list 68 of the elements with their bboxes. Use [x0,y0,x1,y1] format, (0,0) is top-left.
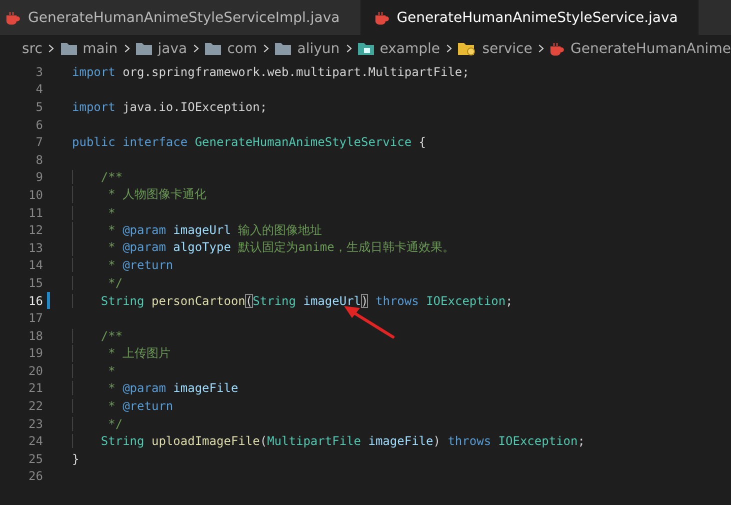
code-line: */ [72,276,123,290]
chevron-right-icon [263,43,270,54]
code-line: */ [72,416,123,431]
folder-icon [275,42,292,55]
breadcrumb-item[interactable]: java [136,40,188,56]
code-line: * [72,364,116,378]
code-line: import org.springframework.web.multipart.MultipartFile; [72,64,470,79]
coffee-cup-icon [6,10,20,24]
folder-icon [60,42,77,55]
code-line: public interface GenerateHumanAnimeStyleService { [72,135,426,150]
line-number: 4 [34,82,43,96]
code-line: * [72,206,116,220]
line-number: 17 [28,311,43,326]
code-line: import java.io.IOException; [72,100,268,114]
code-line: * @param imageFile [72,381,238,396]
breadcrumb-item[interactable]: service [458,40,532,56]
editor-tab[interactable]: GenerateHumanAnimeStyleService.java [360,0,699,35]
breadcrumb-item[interactable]: GenerateHumanAnime [550,40,731,56]
code-line: String personCartoon(String imageUrl) throws IOException; [72,294,513,308]
code-line: * @param imageUrl 输入的图像地址 [72,222,322,239]
chevron-right-icon [538,43,544,54]
line-number: 24 [28,434,43,448]
chevron-right-icon [446,43,452,54]
line-number: 14 [28,258,43,272]
line-number: 7 [34,135,43,150]
folder-icon [136,42,152,55]
line-number: 20 [28,364,43,378]
chevron-right-icon [48,43,55,54]
breadcrumb-item[interactable]: main [60,40,118,56]
code-line: * @return [72,258,174,272]
breadcrumb-item[interactable]: example [358,40,440,56]
line-number: 15 [28,276,43,290]
folder-icon [205,42,222,55]
line-number: 9 [34,170,43,184]
code-line: /** [72,328,123,343]
line-number: 22 [28,399,43,414]
code-line: * 上传图片 [72,344,171,362]
code-line: * 人物图像卡通化 [72,186,207,204]
line-number: 13 [28,240,43,255]
line-number: 6 [34,118,43,132]
code-line: * @return [72,399,174,414]
package-folder-icon [358,42,374,55]
code-line: String uploadImageFile(MultipartFile imageFile) throws IOException; [72,434,585,448]
code-line: } [72,452,80,466]
code-line: * @param algoType 默认固定为anime，生成日韩卡通效果。 [72,239,454,256]
line-number: 26 [28,469,43,484]
chevron-right-icon [124,43,130,54]
line-number: 11 [28,206,43,220]
line-number: 12 [28,223,43,238]
chevron-right-icon [193,43,200,54]
line-number: 25 [28,452,43,466]
breadcrumb-item[interactable]: src [22,40,42,56]
gear-folder-icon [458,42,476,56]
line-number: 16 [28,294,43,308]
line-number: 3 [34,64,43,79]
line-number: 18 [28,328,43,343]
line-number: 23 [28,416,43,431]
chevron-right-icon [346,43,352,54]
code-line: /** [72,170,123,184]
breadcrumb-item[interactable]: com [205,40,258,56]
coffee-cup-icon [374,10,389,24]
coffee-cup-icon [550,42,564,56]
line-number: 8 [34,152,43,167]
line-number: 5 [34,100,43,114]
line-number: 10 [28,188,43,202]
line-number: 19 [28,346,43,360]
line-number: 21 [28,381,43,396]
breadcrumb-item[interactable]: aliyun [275,40,340,56]
